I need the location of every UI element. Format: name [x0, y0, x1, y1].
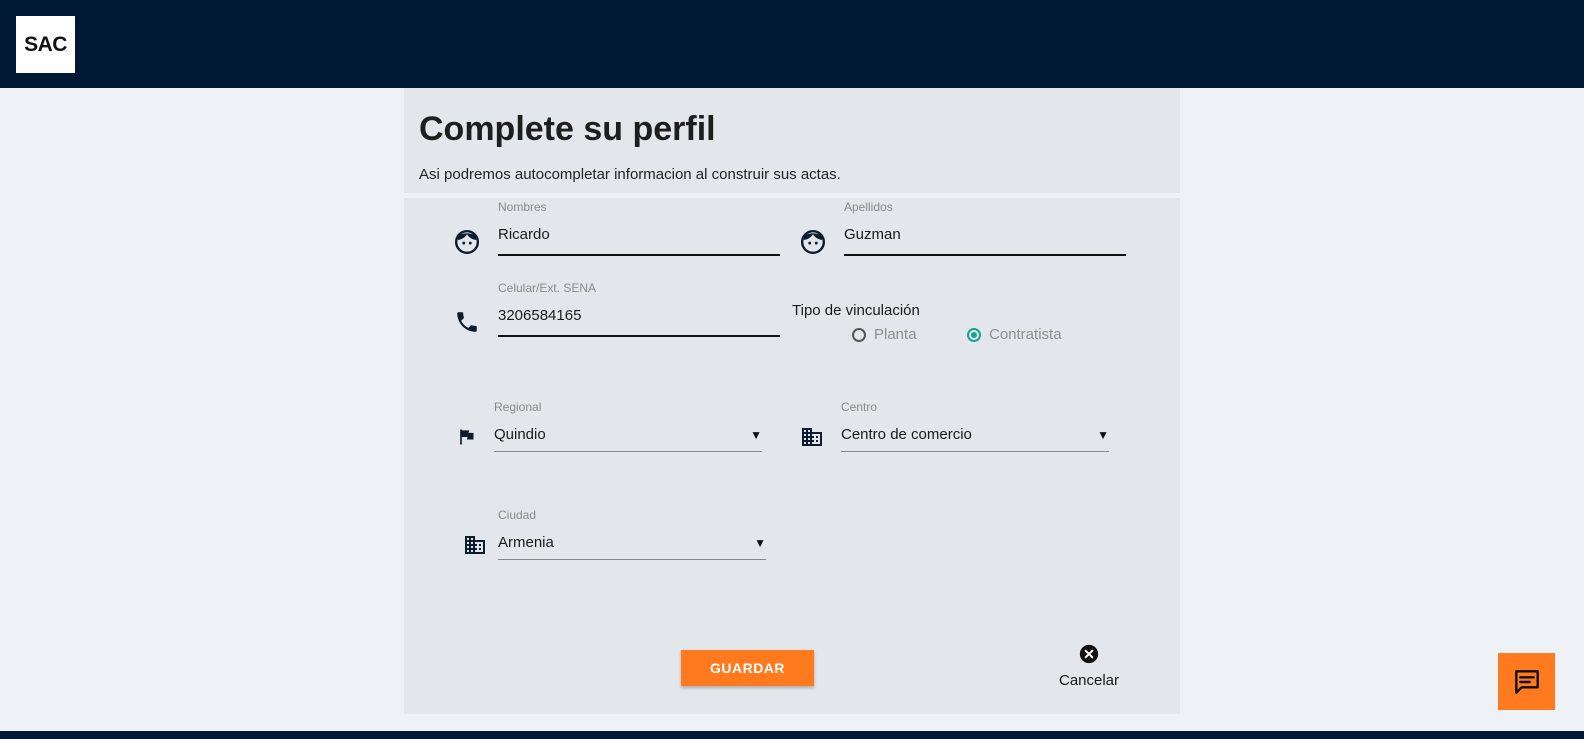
building-icon	[802, 428, 822, 446]
cancel-button[interactable]: Cancelar	[1054, 644, 1124, 694]
centro-value: Centro de comercio	[841, 426, 972, 443]
top-navbar: SAC	[0, 0, 1584, 88]
page-subtitle: Asi podremos autocompletar informacion a…	[419, 166, 841, 183]
chat-button[interactable]	[1498, 653, 1555, 710]
ciudad-label: Ciudad	[498, 508, 537, 522]
chat-icon	[1514, 669, 1539, 694]
page-title: Complete su perfil	[419, 110, 716, 148]
centro-select[interactable]: Centro Centro de comercio ▼	[841, 400, 1109, 452]
bottom-bar	[0, 731, 1584, 739]
chevron-down-icon: ▼	[1097, 428, 1109, 442]
apellidos-input[interactable]: Guzman	[844, 226, 901, 243]
ciudad-value: Armenia	[498, 534, 554, 551]
regional-select[interactable]: Regional Quindio ▼	[494, 400, 762, 452]
face-icon	[800, 229, 826, 255]
apellidos-underline	[844, 254, 1126, 256]
profile-header: Complete su perfil Asi podremos autocomp…	[404, 88, 1180, 193]
close-circle-icon[interactable]	[1079, 644, 1099, 664]
cancel-label: Cancelar	[1058, 672, 1120, 689]
radio-label-planta: Planta	[874, 326, 917, 343]
nombres-label: Nombres	[498, 200, 547, 214]
chevron-down-icon: ▼	[754, 536, 766, 550]
apellidos-field[interactable]: Apellidos Guzman	[844, 200, 1126, 256]
regional-value: Quindio	[494, 426, 546, 443]
save-button[interactable]: GUARDAR	[681, 650, 814, 686]
radio-planta[interactable]: Planta	[852, 326, 917, 343]
centro-label: Centro	[841, 400, 878, 414]
radio-label-contratista: Contratista	[989, 326, 1062, 343]
radio-circle-planta[interactable]	[852, 327, 866, 342]
ciudad-select[interactable]: Ciudad Armenia ▼	[498, 508, 766, 560]
face-icon	[454, 229, 480, 255]
sac-logo[interactable]: SAC	[16, 16, 75, 73]
centro-underline	[841, 451, 1109, 452]
regional-underline	[494, 451, 762, 452]
chevron-down-icon: ▼	[750, 428, 762, 442]
celular-field[interactable]: Celular/Ext. SENA 3206584165	[498, 281, 780, 337]
building-icon	[465, 536, 485, 554]
regional-label: Regional	[494, 400, 542, 414]
apellidos-label: Apellidos	[844, 200, 893, 214]
vinculacion-title: Tipo de vinculación	[792, 302, 920, 319]
radio-circle-contratista[interactable]	[967, 327, 981, 342]
ciudad-underline	[498, 559, 766, 560]
nombres-field[interactable]: Nombres Ricardo	[498, 200, 780, 256]
celular-label: Celular/Ext. SENA	[498, 281, 597, 295]
radio-contratista[interactable]: Contratista	[967, 326, 1062, 343]
celular-underline	[498, 335, 780, 337]
nombres-underline	[498, 254, 780, 256]
profile-form: Nombres Ricardo Apellidos Guzman Celular…	[404, 198, 1180, 714]
flag-icon	[460, 429, 474, 445]
phone-icon	[457, 312, 477, 332]
celular-input[interactable]: 3206584165	[498, 307, 581, 324]
nombres-input[interactable]: Ricardo	[498, 226, 550, 243]
